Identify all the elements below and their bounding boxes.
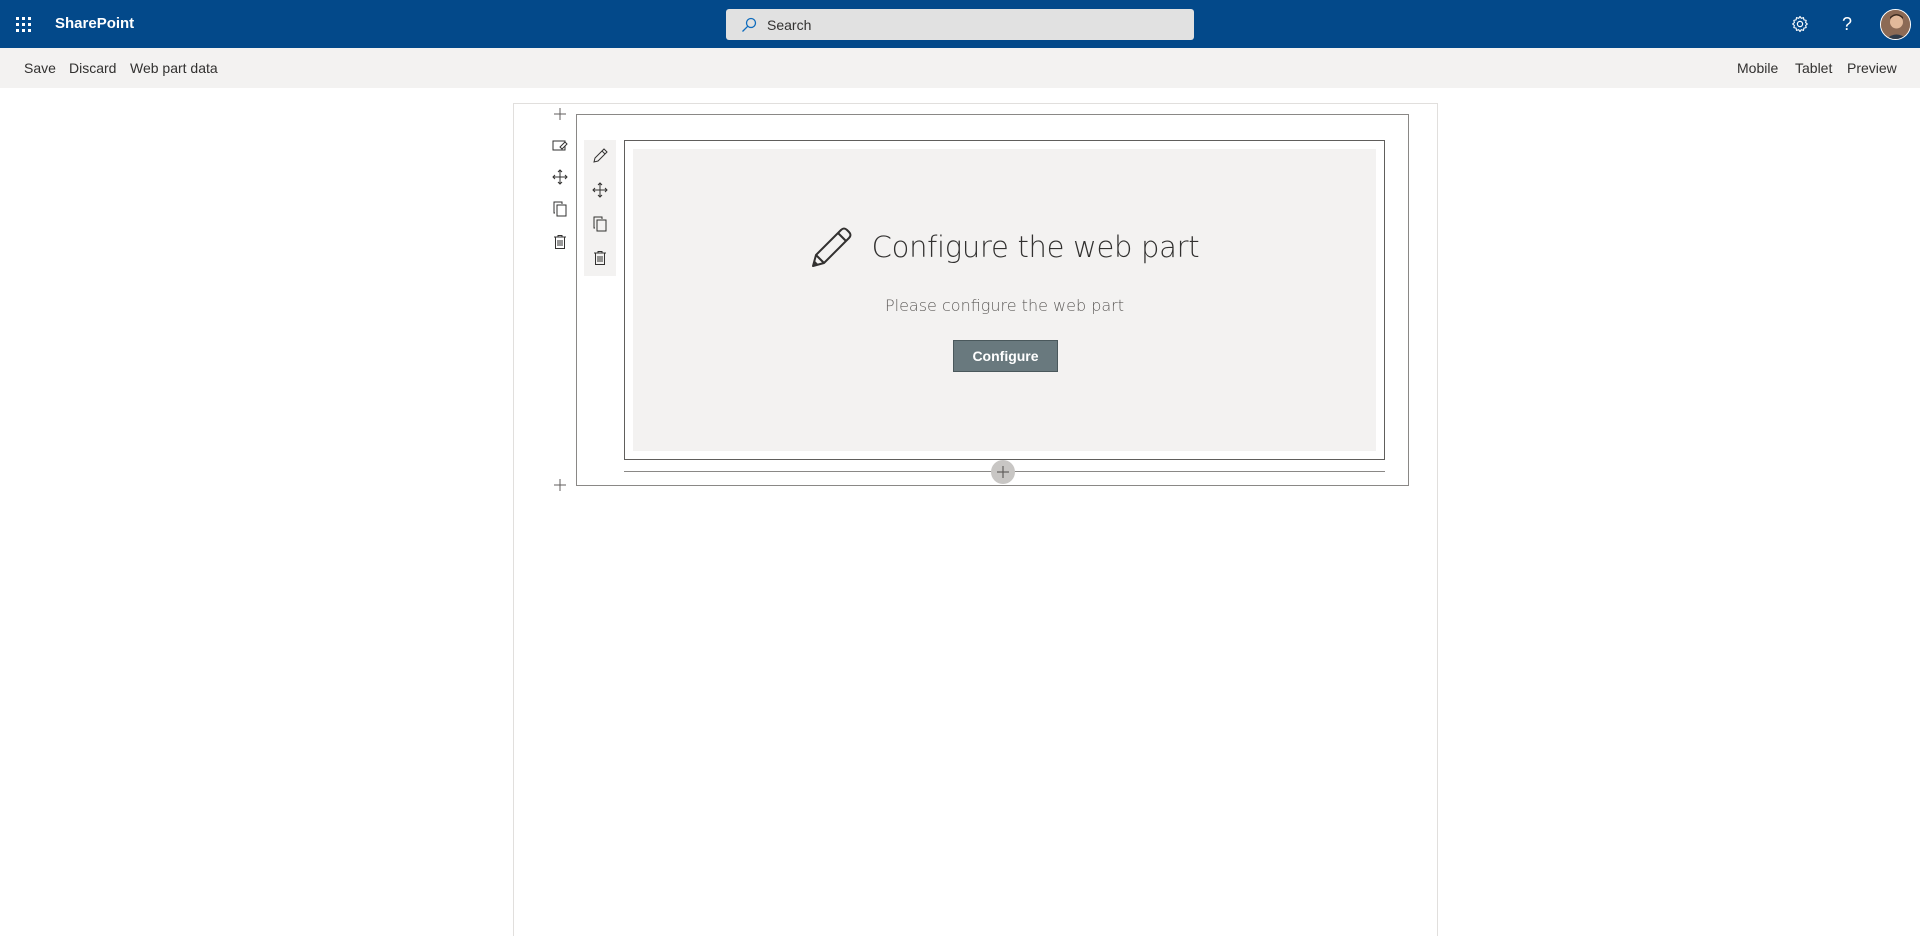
move-section-button[interactable] (548, 165, 572, 189)
duplicate-section-button[interactable] (548, 197, 572, 221)
mobile-button[interactable]: Mobile (1737, 48, 1778, 88)
configure-button[interactable]: Configure (953, 340, 1058, 372)
move-web-part-button[interactable] (584, 174, 616, 206)
search-placeholder: Search (767, 16, 812, 33)
add-section-top-button[interactable] (548, 102, 572, 126)
gear-icon (1792, 15, 1808, 33)
placeholder-title: Configure the web part (871, 230, 1200, 264)
pencil-icon (593, 148, 608, 163)
move-icon (592, 182, 608, 198)
help-button[interactable]: ? (1823, 0, 1871, 48)
search-icon (742, 17, 757, 32)
discard-button[interactable]: Discard (69, 48, 116, 88)
web-part-placeholder: Configure the web part Please configure … (633, 149, 1376, 451)
placeholder-header: Configure the web part (633, 225, 1376, 269)
delete-web-part-button[interactable] (584, 242, 616, 274)
add-section-bottom-button[interactable] (548, 473, 572, 497)
avatar-image (1881, 10, 1910, 39)
search-box[interactable]: Search (726, 9, 1194, 40)
app-name[interactable]: SharePoint (55, 0, 134, 48)
duplicate-web-part-button[interactable] (584, 208, 616, 240)
pencil-icon (811, 227, 852, 267)
web-part-toolbar (584, 140, 616, 276)
move-icon (552, 169, 568, 185)
waffle-icon (15, 16, 31, 32)
plus-icon (997, 466, 1009, 478)
settings-button[interactable] (1776, 0, 1824, 48)
plus-icon (554, 479, 566, 491)
suite-bar: SharePoint Search ? (0, 0, 1920, 48)
plus-icon (554, 108, 566, 120)
preview-button[interactable]: Preview (1847, 48, 1897, 88)
edit-section-icon (552, 140, 568, 151)
app-launcher-button[interactable] (0, 0, 46, 48)
command-bar: Save Discard Web part data Mobile Tablet… (0, 48, 1920, 88)
trash-icon (554, 235, 566, 249)
delete-section-button[interactable] (548, 230, 572, 254)
duplicate-icon (553, 201, 567, 217)
add-web-part-button[interactable] (991, 460, 1015, 484)
web-part[interactable]: Configure the web part Please configure … (624, 140, 1385, 460)
help-icon: ? (1841, 13, 1852, 34)
save-button[interactable]: Save (24, 48, 56, 88)
avatar[interactable] (1880, 9, 1911, 40)
edit-web-part-button[interactable] (584, 140, 616, 172)
trash-icon (594, 251, 606, 265)
duplicate-icon (593, 216, 607, 232)
web-part-data-button[interactable]: Web part data (130, 48, 218, 88)
tablet-button[interactable]: Tablet (1795, 48, 1832, 88)
placeholder-description: Please configure the web part (884, 296, 1125, 315)
edit-section-button[interactable] (548, 134, 572, 158)
